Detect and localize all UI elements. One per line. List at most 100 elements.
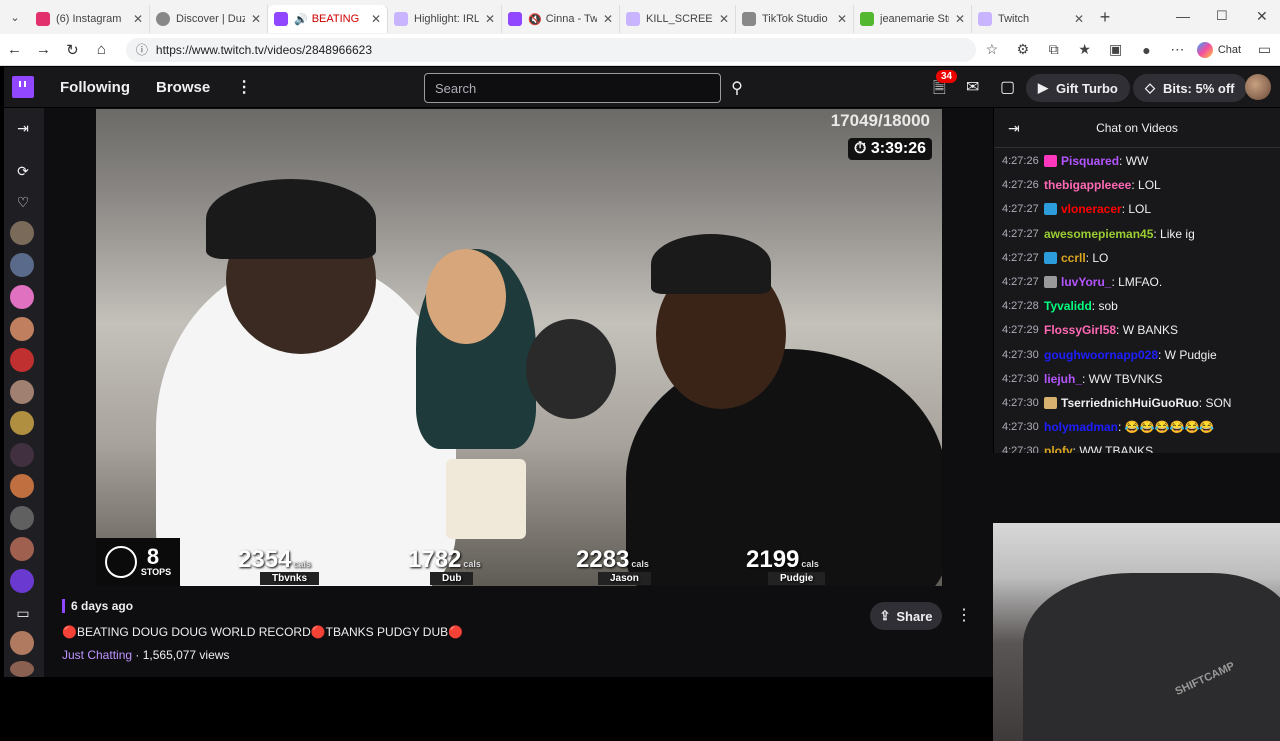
home-icon[interactable]: ⌂ — [87, 41, 116, 58]
browser-tab[interactable]: KILL_SCREEN1✕ — [620, 5, 736, 33]
gift-turbo-button[interactable]: ▶ Gift Turbo — [1026, 74, 1130, 102]
chat-badge-icon[interactable] — [1044, 203, 1057, 216]
channel-avatar[interactable] — [10, 443, 34, 467]
new-tab-icon[interactable]: + — [1090, 7, 1120, 28]
browser-tab[interactable]: Highlight: IRL Su✕ — [388, 5, 502, 33]
expand-sidebar-icon[interactable]: ⇥ — [12, 120, 34, 137]
minimize-icon[interactable]: — — [1176, 8, 1190, 24]
close-icon[interactable]: ✕ — [837, 12, 847, 26]
favorites-icon[interactable]: ★ — [1069, 41, 1100, 58]
profile-icon[interactable]: ● — [1131, 42, 1162, 58]
channel-avatar[interactable] — [10, 253, 34, 277]
more-options-icon[interactable]: ⋮ — [956, 605, 972, 625]
chat-username[interactable]: Tyvalidd — [1044, 299, 1092, 313]
tab-list-chevron-icon[interactable]: ⌄ — [0, 11, 30, 24]
browser-tab[interactable]: Twitch ✕ — [972, 5, 1090, 33]
search-input[interactable]: Search — [424, 73, 721, 103]
browser-tab-active[interactable]: 🔊 BEATING ✕ — [268, 5, 388, 33]
chat-username[interactable]: holymadman — [1044, 420, 1118, 434]
channel-avatar[interactable] — [10, 537, 34, 561]
refresh-icon[interactable]: ↻ — [58, 41, 87, 59]
twitch-logo-icon[interactable] — [12, 76, 34, 98]
view-count: · 1,565,077 views — [132, 648, 230, 662]
close-icon[interactable]: ✕ — [251, 12, 261, 26]
channel-avatar[interactable] — [10, 411, 34, 435]
chat-badge-icon[interactable] — [1044, 251, 1057, 264]
chat-badge-icon[interactable] — [1044, 276, 1057, 289]
close-icon[interactable]: ✕ — [955, 12, 965, 26]
chat-username[interactable]: thebigappleeee — [1044, 178, 1131, 192]
category-link[interactable]: Just Chatting — [62, 648, 132, 662]
channel-avatar[interactable] — [10, 285, 34, 309]
chat-username[interactable]: Pisquared — [1061, 154, 1119, 168]
channel-avatar[interactable] — [10, 506, 34, 530]
chat-message: 4:27:26 thebigappleeee: LOL — [994, 173, 1280, 197]
browser-tab[interactable]: (6) Instagram ✕ — [30, 5, 150, 33]
close-icon[interactable]: ✕ — [719, 12, 729, 26]
speaker-icon[interactable]: 🔊 — [294, 13, 308, 26]
close-icon[interactable]: ✕ — [603, 12, 613, 26]
user-avatar[interactable] — [1245, 74, 1271, 100]
close-icon[interactable]: ✕ — [371, 12, 381, 26]
url-field[interactable]: ⓘ https://www.twitch.tv/videos/284896662… — [125, 37, 977, 62]
chat-username[interactable]: goughwoornapp028 — [1044, 348, 1158, 362]
more-menu-icon[interactable]: ⋯ — [1162, 41, 1193, 58]
close-icon[interactable]: ✕ — [1074, 12, 1084, 26]
video-person — [651, 234, 771, 294]
channel-avatar[interactable] — [10, 317, 34, 341]
browser-tab[interactable]: TikTok Studio ✕ — [736, 5, 854, 33]
recommended-icon[interactable]: ⟳ — [12, 163, 34, 180]
turbo-icon: ▶ — [1038, 80, 1048, 95]
muted-speaker-icon[interactable]: 🔇 — [528, 13, 542, 26]
chat-username[interactable]: plofy — [1044, 444, 1073, 453]
forward-icon[interactable]: → — [29, 41, 58, 58]
nav-browse[interactable]: Browse — [156, 79, 210, 96]
chat-username[interactable]: awesomepieman45 — [1044, 227, 1153, 241]
nav-following[interactable]: Following — [60, 79, 130, 96]
channel-avatar[interactable] — [10, 474, 34, 498]
search-icon[interactable]: ⚲ — [723, 73, 751, 103]
channel-avatar[interactable] — [10, 380, 34, 404]
window-close-icon[interactable]: ✕ — [1256, 8, 1268, 25]
inbox-icon[interactable]: ✉ — [966, 77, 979, 97]
copilot-chat-button[interactable]: Chat — [1196, 41, 1241, 58]
chat-timestamp: 4:27:29 — [1002, 324, 1039, 337]
more-options-icon[interactable]: ⋮ — [236, 77, 252, 97]
extensions-icon[interactable]: ⚙ — [1007, 41, 1038, 58]
browser-tab[interactable]: 🔇 Cinna - Twi ✕ — [502, 5, 620, 33]
share-button[interactable]: ⇪ Share — [870, 602, 942, 630]
chat-username[interactable]: liejuh_ — [1044, 372, 1082, 386]
collapse-chat-icon[interactable]: ⇥ — [1008, 120, 1020, 137]
chat-username[interactable]: ccrll — [1061, 251, 1086, 265]
maximize-icon[interactable]: ☐ — [1216, 8, 1228, 24]
followed-heart-icon[interactable]: ♡ — [12, 194, 34, 211]
chat-message-list[interactable]: 4:27:26 Pisquared: WW 4:27:26 thebigappleee… — [994, 149, 1280, 453]
channel-avatar[interactable] — [10, 348, 34, 372]
close-icon[interactable]: ✕ — [485, 12, 495, 26]
chat-username[interactable]: TserriednichHuiGuoRuo — [1061, 396, 1199, 410]
browser-tab[interactable]: jeanemarie Stre✕ — [854, 5, 972, 33]
back-icon[interactable]: ← — [0, 41, 29, 58]
browser-tab[interactable]: Discover | Duzio✕ — [150, 5, 268, 33]
channel-avatar[interactable] — [10, 221, 34, 245]
chat-timestamp: 4:27:27 — [1002, 276, 1039, 289]
sidebar-toggle-icon[interactable]: ▭ — [1249, 41, 1280, 58]
chat-username[interactable]: luvYoru_ — [1061, 275, 1111, 289]
chat-username[interactable]: vloneracer — [1061, 202, 1122, 216]
channel-avatar[interactable] — [10, 661, 34, 677]
site-info-icon[interactable]: ⓘ — [136, 41, 148, 58]
copilot-icon — [1196, 41, 1213, 58]
chat-username[interactable]: FlossyGirl58 — [1044, 323, 1116, 337]
close-icon[interactable]: ✕ — [133, 12, 143, 26]
video-camera-icon[interactable]: ▭ — [12, 605, 34, 622]
favorite-star-icon[interactable]: ☆ — [976, 41, 1007, 58]
collections-icon[interactable]: ▣ — [1100, 41, 1131, 58]
whispers-icon[interactable]: ▢ — [1000, 77, 1015, 97]
channel-avatar[interactable] — [10, 631, 34, 655]
channel-avatar[interactable] — [10, 569, 34, 593]
split-screen-icon[interactable]: ⧉ — [1038, 41, 1069, 58]
video-player[interactable]: 17049/18000 ⏱ 3:39:26 8 STOPS 2354 cals Tb… — [96, 109, 942, 586]
bits-button[interactable]: ◇ Bits: 5% off — [1133, 74, 1247, 102]
chat-badge-icon[interactable] — [1044, 396, 1057, 409]
chat-badge-icon[interactable] — [1044, 155, 1057, 168]
